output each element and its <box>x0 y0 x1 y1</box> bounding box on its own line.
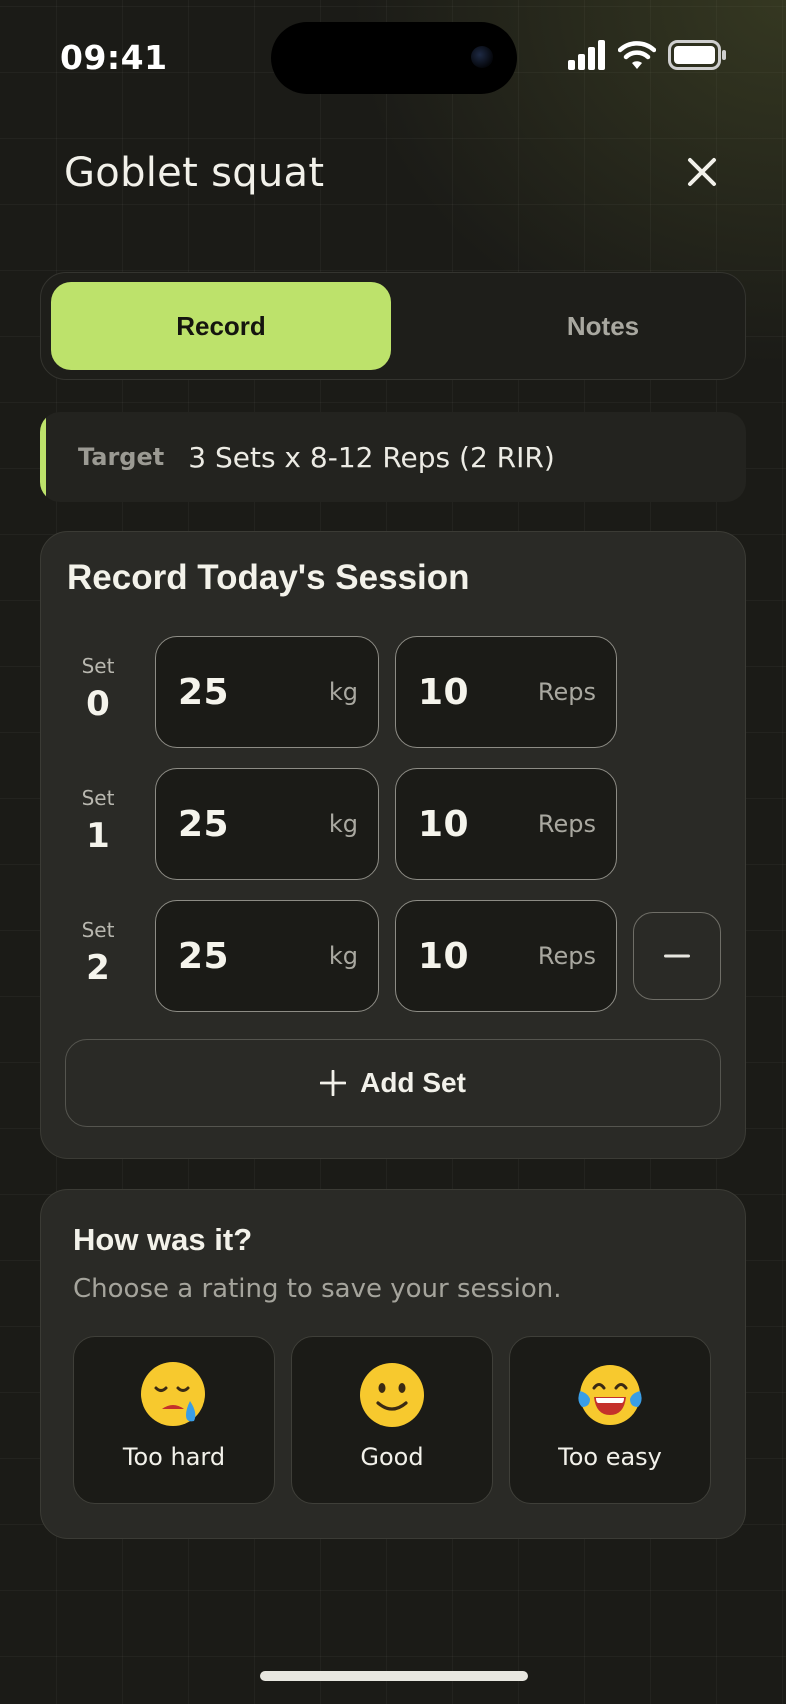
rating-label: Too easy <box>558 1443 662 1471</box>
reps-input[interactable]: 10 Reps <box>395 900 617 1012</box>
weight-value: 25 <box>178 935 230 977</box>
reps-value: 10 <box>418 935 470 977</box>
reps-value: 10 <box>418 671 470 713</box>
rating-subtitle: Choose a rating to save your session. <box>73 1274 562 1304</box>
add-set-label: Add Set <box>360 1067 466 1098</box>
close-button[interactable] <box>680 150 724 194</box>
weight-unit: kg <box>328 942 358 970</box>
rating-label: Good <box>360 1443 424 1471</box>
dynamic-island <box>271 22 517 94</box>
cellular-signal-icon <box>568 40 605 70</box>
sad-tear-face-icon <box>141 1362 205 1426</box>
weight-unit: kg <box>328 810 358 838</box>
rating-good-button[interactable]: Good <box>291 1336 493 1504</box>
record-session-card: Record Today's Session Set 0 25 kg 10 Re… <box>40 531 746 1159</box>
rating-too-hard-button[interactable]: Too hard <box>73 1336 275 1504</box>
reps-unit: Reps <box>537 942 596 970</box>
status-icons <box>568 40 726 70</box>
target-label: Target <box>78 443 165 471</box>
weight-input[interactable]: 25 kg <box>155 636 379 748</box>
set-label: Set 1 <box>69 786 127 856</box>
rating-too-easy-button[interactable]: Too easy <box>509 1336 711 1504</box>
reps-input[interactable]: 10 Reps <box>395 636 617 748</box>
tab-record[interactable]: Record <box>51 282 391 370</box>
reps-value: 10 <box>418 803 470 845</box>
minus-icon <box>664 954 690 958</box>
set-label: Set 0 <box>69 654 127 724</box>
exercise-title: Goblet squat <box>64 150 325 196</box>
slightly-smiling-face-icon <box>360 1363 424 1427</box>
wifi-icon <box>618 41 656 69</box>
tab-notes[interactable]: Notes <box>433 282 773 370</box>
battery-icon <box>668 40 726 70</box>
rating-label: Too hard <box>122 1443 226 1471</box>
set-word: Set <box>81 786 115 810</box>
reps-input[interactable]: 10 Reps <box>395 768 617 880</box>
set-number: 2 <box>86 948 110 988</box>
weight-value: 25 <box>178 803 230 845</box>
set-row: Set 2 25 kg 10 Reps <box>41 900 745 1012</box>
weight-input[interactable]: 25 kg <box>155 900 379 1012</box>
add-set-button[interactable]: Add Set <box>65 1039 721 1127</box>
weight-value: 25 <box>178 671 230 713</box>
set-row: Set 0 25 kg 10 Reps <box>41 636 745 748</box>
set-word: Set <box>81 918 115 942</box>
remove-set-button[interactable] <box>633 912 721 1000</box>
camera-icon <box>471 46 493 68</box>
home-indicator[interactable] <box>260 1671 528 1681</box>
target-banner: Target 3 Sets x 8-12 Reps (2 RIR) <box>40 412 746 502</box>
set-word: Set <box>81 654 115 678</box>
weight-unit: kg <box>328 678 358 706</box>
rating-title: How was it? <box>73 1222 253 1257</box>
status-time: 09:41 <box>60 38 168 77</box>
reps-unit: Reps <box>537 810 596 838</box>
tears-of-joy-face-icon <box>578 1365 642 1425</box>
close-icon <box>688 158 716 186</box>
set-label: Set 2 <box>69 918 127 988</box>
set-number: 0 <box>86 684 110 724</box>
set-number: 1 <box>86 816 110 856</box>
segmented-tabs: Record Notes <box>40 272 746 380</box>
plus-icon <box>320 1070 347 1096</box>
set-row: Set 1 25 kg 10 Reps <box>41 768 745 880</box>
record-card-title: Record Today's Session <box>67 558 470 597</box>
reps-unit: Reps <box>537 678 596 706</box>
target-value: 3 Sets x 8-12 Reps (2 RIR) <box>188 440 555 474</box>
rating-card: How was it? Choose a rating to save your… <box>40 1189 746 1539</box>
weight-input[interactable]: 25 kg <box>155 768 379 880</box>
